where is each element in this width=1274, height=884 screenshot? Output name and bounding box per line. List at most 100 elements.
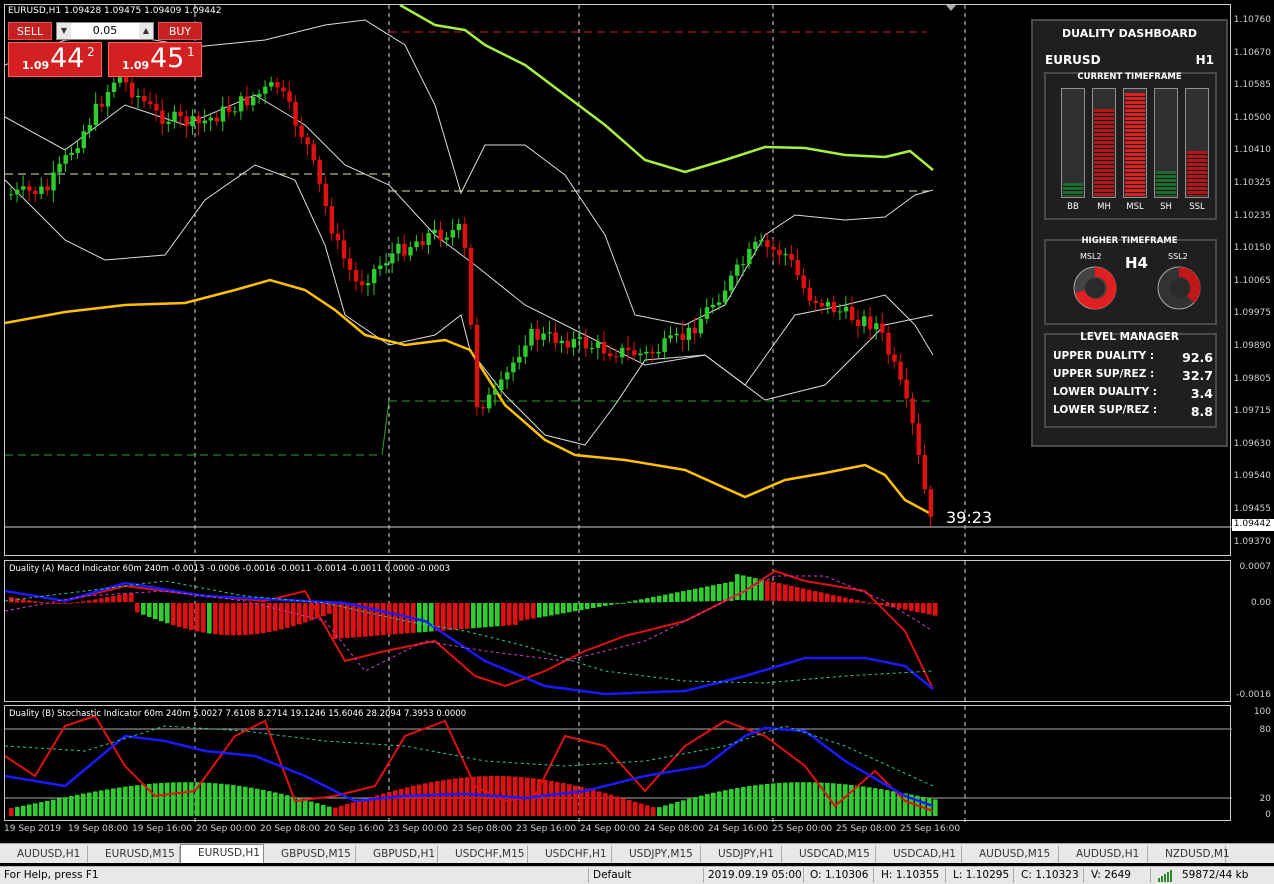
stochastic-histogram-bar [117, 787, 122, 816]
candle-body [632, 350, 637, 356]
price-tick-label: 1.10410 [1233, 145, 1271, 156]
chart-tab[interactable]: AUDUSD,H1 [0, 846, 88, 863]
lot-increase-icon[interactable]: ▲ [139, 23, 153, 39]
candle-body [220, 106, 226, 122]
chart-tab[interactable]: AUDUSD,H1 [1059, 846, 1148, 863]
level-label: UPPER SUP/REZ : [1053, 368, 1155, 380]
dashboard-symbol: EURUSD [1045, 53, 1101, 67]
stochastic-histogram-bar [441, 780, 446, 816]
macd-histogram-bar [57, 602, 62, 604]
chart-tab[interactable]: USDJPY,H1 [701, 846, 782, 863]
macd-histogram-bar [723, 582, 728, 601]
profile-name[interactable]: Default [593, 869, 631, 881]
lot-size-value[interactable]: 0.05 [93, 24, 118, 37]
traffic-counter: 59872/44 kb [1182, 869, 1249, 881]
chart-tab[interactable]: USDCAD,H1 [876, 846, 962, 863]
chart-tab[interactable]: GBPUSD,M15 [264, 846, 356, 863]
stochastic-histogram-bar [711, 792, 716, 816]
price-scale[interactable]: 1.10760 1.10670 1.10585 1.10500 1.10410 1.103… [1231, 4, 1274, 556]
chart-tab[interactable]: USDCAD,M15 [782, 846, 876, 863]
current-price-label: 1.09442 [1232, 519, 1274, 531]
candle-body [21, 186, 26, 190]
stochastic-histogram-bar [81, 793, 86, 816]
macd-chart[interactable] [5, 561, 1232, 703]
time-scale[interactable]: 19 Sep 2019 19 Sep 08:00 19 Sep 16:00 20 Se… [4, 822, 1231, 840]
candle-body [202, 120, 207, 124]
macd-histogram-bar [633, 600, 638, 603]
strength-bar-fill [1063, 183, 1083, 196]
chart-tab[interactable]: AUDUSD,M15 [962, 846, 1059, 863]
ask-price-fraction: 1 [187, 45, 195, 59]
sell-button[interactable]: SELL [8, 22, 52, 40]
stochastic-histogram-bar [573, 785, 578, 816]
chart-tab[interactable]: NZDUSD,M1 [1148, 846, 1230, 863]
candle-body [916, 423, 921, 455]
macd-histogram-bar [645, 598, 650, 603]
stochastic-histogram-bar [699, 795, 704, 816]
candle-body [99, 103, 105, 107]
macd-histogram-bar [87, 600, 92, 603]
candle-body [535, 328, 540, 340]
chart-tab[interactable]: USDCHF,M15 [438, 846, 528, 863]
candle-body [450, 230, 456, 238]
bid-price-prefix: 1.09 [22, 59, 50, 72]
candle-body [172, 111, 177, 122]
stochastic-histogram-bar [627, 799, 632, 816]
stochastic-histogram-bar [57, 798, 62, 816]
chart-tab[interactable]: EURUSD,H1 [180, 844, 264, 863]
stochastic-histogram-bar [597, 791, 602, 816]
candle-body [892, 354, 897, 362]
macd-histogram-bar [627, 601, 632, 603]
candle-body [105, 91, 111, 107]
connection-status-icon[interactable] [1157, 870, 1179, 882]
chart-tab[interactable]: USDCHF,H1 [528, 846, 612, 863]
time-tick-label: 25 Sep 00:00 [772, 824, 833, 834]
candle-body [843, 306, 849, 312]
buy-button[interactable]: BUY [158, 22, 202, 40]
macd-histogram-bar [477, 603, 482, 628]
candle-body [771, 247, 776, 250]
one-click-trading-panel: SELL ▼ 0.05 ▲ BUY 1.09 44 2 1.09 45 1 [8, 20, 202, 77]
duality-dashboard: DUALITY DASHBOARD EURUSD H1 CURRENT TIME… [1031, 19, 1228, 447]
candle-body [402, 243, 407, 256]
macd-histogram-bar [351, 603, 356, 638]
stochastic-histogram-bar [855, 785, 860, 816]
stochastic-indicator-pane[interactable] [4, 705, 1232, 822]
macd-indicator-pane[interactable] [4, 560, 1232, 703]
macd-histogram-bar [855, 600, 860, 603]
candle-body [426, 233, 431, 245]
candle-body [117, 77, 123, 83]
stochastic-chart[interactable] [5, 706, 1232, 822]
lot-size-field[interactable]: ▼ 0.05 ▲ [56, 22, 154, 40]
stochastic-histogram-bar [165, 782, 170, 816]
macd-histogram-bar [819, 592, 824, 602]
bar-close: C: 1.10323 [1021, 869, 1079, 881]
macd-histogram-bar [867, 602, 872, 604]
macd-histogram-bar [717, 584, 722, 602]
macd-histogram-bar [837, 596, 842, 603]
bid-price-button[interactable]: 1.09 44 2 [8, 42, 102, 77]
chart-tab[interactable]: GBPUSD,H1 [356, 846, 438, 863]
chart-tab[interactable]: EURUSD,M15 [88, 846, 180, 863]
candle-body [849, 306, 855, 320]
chart-tab[interactable]: USDJPY,M15 [612, 846, 701, 863]
macd-histogram-bar [285, 603, 290, 628]
macd-histogram-bar [513, 603, 518, 625]
lot-decrease-icon[interactable]: ▼ [57, 23, 71, 39]
candle-body [728, 275, 734, 291]
candle-body [668, 335, 673, 339]
bid-price-fraction: 2 [87, 45, 95, 59]
macd-histogram-bar [825, 593, 830, 603]
stochastic-histogram-bar [285, 795, 290, 816]
macd-histogram-bar [327, 603, 332, 614]
macd-histogram-bar [345, 603, 350, 639]
ask-price-button[interactable]: 1.09 45 1 [108, 42, 202, 77]
candle-body [257, 93, 262, 97]
macd-histogram-bar [387, 603, 392, 635]
macd-histogram-bar [39, 601, 44, 603]
macd-histogram-bar [501, 603, 506, 626]
stochastic-histogram-bar [789, 782, 794, 816]
chart-tabs: AUDUSD,H1 EURUSD,M15 EURUSD,H1 GBPUSD,M15 GB… [0, 843, 1274, 863]
macd-histogram-bar [531, 603, 536, 619]
macd-histogram-bar [465, 603, 470, 629]
